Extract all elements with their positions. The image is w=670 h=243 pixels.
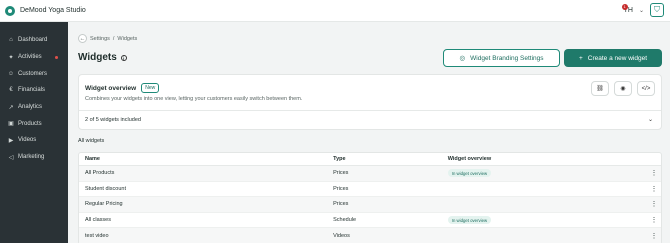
widget-overview-cell: In widget overview <box>447 169 647 178</box>
sidebar-item-videos[interactable]: ▶ Videos <box>0 132 68 149</box>
expand-chevron-icon[interactable]: ⌄ <box>648 116 653 123</box>
sidebar-item-label: Dashboard <box>18 37 48 44</box>
more-options-icon[interactable]: ⋮ <box>647 169 661 177</box>
more-options-icon[interactable]: ⋮ <box>647 232 661 240</box>
breadcrumb-current: Widgets <box>117 35 138 42</box>
sidebar-item-products[interactable]: ▣ Products <box>0 115 68 132</box>
table-row[interactable]: All classes Schedule In widget overview ⋮ <box>79 213 661 229</box>
analytics-icon: ↗ <box>8 104 14 111</box>
breadcrumb-separator: / <box>112 35 115 42</box>
create-widget-button[interactable]: + Create a new widget <box>564 49 662 67</box>
more-options-icon[interactable]: ⋮ <box>647 185 661 193</box>
table-header: Name Type Widget overview <box>79 153 661 166</box>
euro-icon: € <box>9 87 13 94</box>
table-row[interactable]: Student discount Prices ⋮ <box>79 182 661 198</box>
home-icon: ⌂ <box>9 37 13 44</box>
top-bar-actions: 1 TH ⌄ ⛉ <box>621 3 664 17</box>
widget-overview-title: Widget overview New <box>85 83 160 93</box>
widget-type: Videos <box>333 232 350 239</box>
widget-overview-cell: In widget overview <box>447 216 647 225</box>
info-icon[interactable]: i <box>120 54 127 61</box>
column-header-name[interactable]: Name <box>79 156 333 162</box>
create-widget-label: Create a new widget <box>587 54 648 62</box>
plus-icon: + <box>578 54 583 62</box>
eye-icon[interactable]: ◉ <box>614 81 632 96</box>
widget-branding-settings-button[interactable]: ◎ Widget Branding Settings <box>443 49 560 67</box>
user-icon: ☺ <box>7 70 15 77</box>
products-icon: ▣ <box>8 121 14 128</box>
widget-name[interactable]: All Products <box>79 170 333 176</box>
column-header-widget-overview[interactable]: Widget overview <box>448 156 647 162</box>
widget-name[interactable]: Regular Pricing <box>79 201 333 207</box>
table-row[interactable]: test video Videos ⋮ <box>79 228 661 243</box>
widget-name[interactable]: test video <box>79 233 333 239</box>
sidebar-item-marketing[interactable]: ◁ Marketing <box>0 149 68 166</box>
in-widget-overview-badge: In widget overview <box>447 216 492 225</box>
sidebar-item-label: Financials <box>18 87 46 94</box>
app-title: DeMood Yoga Studio <box>20 7 86 14</box>
palette-icon: ◎ <box>459 55 466 62</box>
widget-type: Prices <box>333 201 349 208</box>
widget-overview-card: Widget overview New Combines your widget… <box>78 74 662 130</box>
cart-icon[interactable]: ⛉ <box>650 3 664 17</box>
widget-type: Schedule <box>333 217 357 224</box>
widget-overview-heading: Widget overview <box>85 84 137 92</box>
top-bar: DeMood Yoga Studio 1 TH ⌄ ⛉ <box>0 0 670 22</box>
widget-overview-actions: ⛓ ◉ </> <box>591 81 655 96</box>
sidebar: ⌂ Dashboard ✦ Activities ☺ Customers € Financia… <box>0 22 68 243</box>
widget-name[interactable]: All classes <box>79 217 333 223</box>
widgets-table: Name Type Widget overview All Products Pr… <box>78 152 662 243</box>
megaphone-icon: ◁ <box>8 154 14 161</box>
sidebar-item-financials[interactable]: € Financials <box>0 82 68 99</box>
table-row[interactable]: Regular Pricing Prices ⋮ <box>79 197 661 213</box>
activities-icon: ✦ <box>8 54 14 61</box>
link-icon[interactable]: ⛓ <box>591 81 609 96</box>
sidebar-item-dashboard[interactable]: ⌂ Dashboard <box>0 32 68 49</box>
back-arrow-icon[interactable]: ← <box>78 34 87 43</box>
sidebar-item-label: Customers <box>18 70 48 77</box>
sidebar-item-analytics[interactable]: ↗ Analytics <box>0 99 68 116</box>
more-options-icon[interactable]: ⋮ <box>647 200 661 208</box>
column-header-type[interactable]: Type <box>333 156 448 162</box>
widgets-included-count[interactable]: 2 of 5 widgets included <box>85 117 141 123</box>
widget-overview-description: Combines your widgets into one view, let… <box>85 96 303 102</box>
widget-type: Prices <box>333 185 349 192</box>
sidebar-item-label: Products <box>18 120 42 127</box>
all-widgets-label: All widgets <box>78 138 105 144</box>
widget-branding-settings-label: Widget Branding Settings <box>470 54 544 62</box>
sidebar-item-activities[interactable]: ✦ Activities <box>0 49 68 66</box>
widget-type: Prices <box>333 170 349 177</box>
sidebar-item-label: Analytics <box>18 104 43 111</box>
sidebar-item-label: Activities <box>18 54 42 61</box>
video-icon: ▶ <box>8 137 14 144</box>
widget-name[interactable]: Student discount <box>79 186 333 192</box>
in-widget-overview-badge: In widget overview <box>447 169 492 178</box>
page-title-row: Widgets i <box>78 52 127 63</box>
table-row[interactable]: All Products Prices In widget overview ⋮ <box>79 166 661 182</box>
sidebar-item-label: Marketing <box>18 154 45 161</box>
user-avatar[interactable]: 1 TH <box>621 3 633 14</box>
more-options-icon[interactable]: ⋮ <box>647 216 661 224</box>
sidebar-item-customers[interactable]: ☺ Customers <box>0 65 68 82</box>
notification-badge: 1 <box>621 3 628 10</box>
alert-dot <box>55 55 58 59</box>
page-title: Widgets <box>78 52 117 63</box>
table-body: All Products Prices In widget overview ⋮ Stu… <box>79 166 661 243</box>
main-content: ← Settings / Widgets Widgets i ◎ Widget … <box>68 22 670 243</box>
divider <box>79 110 661 111</box>
breadcrumb-settings[interactable]: Settings <box>90 36 110 42</box>
sidebar-item-label: Videos <box>18 137 37 144</box>
chevron-down-icon[interactable]: ⌄ <box>639 7 644 14</box>
studio-logo-icon[interactable] <box>5 5 15 16</box>
code-icon[interactable]: </> <box>637 81 655 96</box>
breadcrumb: ← Settings / Widgets <box>78 34 137 43</box>
new-badge: New <box>141 83 160 93</box>
